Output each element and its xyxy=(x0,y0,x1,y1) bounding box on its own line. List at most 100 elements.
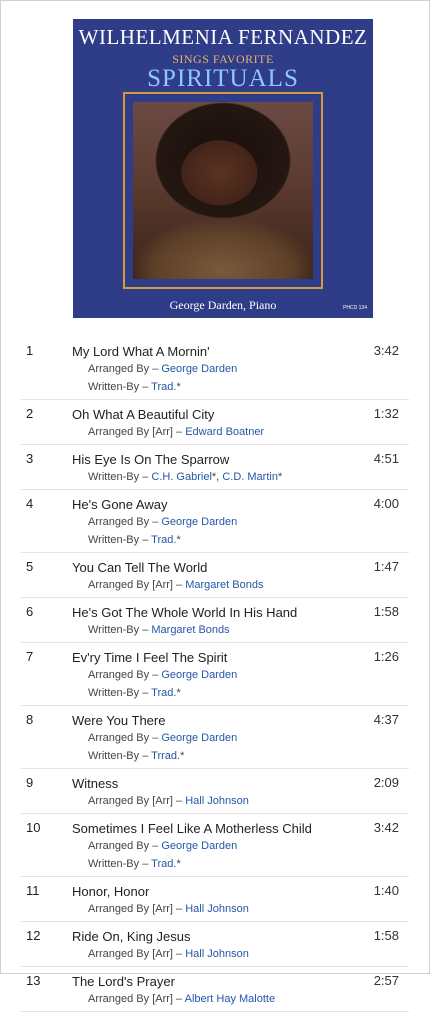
credit-artist-link[interactable]: Edward Boatner xyxy=(185,426,264,438)
track-credit: Arranged By – George Darden xyxy=(88,513,409,531)
credit-suffix: * xyxy=(277,471,283,483)
cover-artist: WILHELMENIA FERNANDEZ xyxy=(78,25,368,49)
track-credit: Arranged By [Arr] – Hall Johnson xyxy=(88,792,409,810)
credit-role: Written-By – xyxy=(88,624,152,636)
track-row: 12 Ride On, King Jesus 1:58 Arranged By [Ar… xyxy=(21,922,409,967)
track-row: 7 Ev'ry Time I Feel The Spirit 1:26 Arrange… xyxy=(21,643,409,706)
track-duration: 1:26 xyxy=(373,649,399,664)
track-number: 12 xyxy=(26,928,41,943)
credit-artist-link[interactable]: C.H. Gabriel xyxy=(151,471,212,483)
cover-photo xyxy=(133,102,313,279)
track-number: 11 xyxy=(26,883,40,898)
credit-artist-link[interactable]: Hall Johnson xyxy=(185,948,249,960)
credit-role: Written-By – xyxy=(88,381,152,393)
credit-role: Arranged By – xyxy=(88,669,162,681)
credit-role: Arranged By – xyxy=(88,363,162,375)
credit-artist-link[interactable]: Trad. xyxy=(151,381,176,393)
track-title: His Eye Is On The Sparrow xyxy=(72,452,230,467)
credit-artist-link[interactable]: Margaret Bonds xyxy=(151,624,229,636)
credit-artist-link[interactable]: Albert Hay Malotte xyxy=(185,993,275,1005)
track-row: 5 You Can Tell The World 1:47 Arranged By [… xyxy=(21,553,409,598)
track-duration: 2:09 xyxy=(373,775,399,790)
track-credit: Written-By – Trad.* xyxy=(88,855,409,873)
track-number: 6 xyxy=(26,604,34,619)
credit-role: Arranged By – xyxy=(88,840,162,852)
track-title: Ride On, King Jesus xyxy=(72,929,191,944)
track-duration: 3:42 xyxy=(373,820,399,835)
track-row: 4 He's Gone Away 4:00 Arranged By – George … xyxy=(21,490,409,553)
credit-artist-link[interactable]: C.D. Martin xyxy=(222,471,278,483)
cover-catalog-number: PHCD 134 xyxy=(343,305,367,311)
credit-artist-link[interactable]: George Darden xyxy=(161,669,237,681)
track-credit: Written-By – Trrad.* xyxy=(88,747,409,765)
track-number: 4 xyxy=(26,496,34,511)
track-number: 1 xyxy=(26,343,34,358)
track-title: Were You There xyxy=(72,713,166,728)
track-credit: Arranged By – George Darden xyxy=(88,837,409,855)
credit-role: Arranged By [Arr] – xyxy=(88,579,186,591)
credit-role: Arranged By [Arr] – xyxy=(88,903,186,915)
track-number: 13 xyxy=(26,973,41,988)
credit-role: Arranged By [Arr] – xyxy=(88,993,185,1005)
track-title: He's Got The Whole World In His Hand xyxy=(72,605,298,620)
credit-artist-link[interactable]: George Darden xyxy=(161,363,237,375)
track-duration: 3:42 xyxy=(373,343,399,358)
track-duration: 4:37 xyxy=(373,712,399,727)
track-row: 2 Oh What A Beautiful City 1:32 Arranged By… xyxy=(21,400,409,445)
track-number: 3 xyxy=(26,451,34,466)
credit-artist-link[interactable]: George Darden xyxy=(161,732,237,744)
credit-artist-link[interactable]: Trrad. xyxy=(151,750,180,762)
credit-role: Arranged By [Arr] – xyxy=(88,426,186,438)
credit-suffix: * xyxy=(176,858,181,870)
credit-role: Written-By – xyxy=(88,534,152,546)
credit-role: Written-By – xyxy=(88,471,152,483)
track-number: 8 xyxy=(26,712,34,727)
track-credit: Arranged By – George Darden xyxy=(88,666,409,684)
credit-suffix: * xyxy=(176,381,181,393)
credit-role: Written-By – xyxy=(88,858,152,870)
credit-artist-link[interactable]: Trad. xyxy=(151,534,176,546)
credit-artist-link[interactable]: Margaret Bonds xyxy=(185,579,263,591)
credit-suffix: * xyxy=(176,687,181,699)
track-number: 7 xyxy=(26,649,34,664)
credit-artist-link[interactable]: George Darden xyxy=(161,840,237,852)
track-number: 2 xyxy=(26,406,34,421)
album-cover[interactable]: WILHELMENIA FERNANDEZ SINGS FAVORITE SPI… xyxy=(73,19,373,318)
credit-suffix: * xyxy=(180,750,185,762)
track-title: My Lord What A Mornin' xyxy=(72,344,210,359)
credit-artist-link[interactable]: Trad. xyxy=(151,858,176,870)
track-number: 9 xyxy=(26,775,34,790)
track-duration: 1:58 xyxy=(373,604,399,619)
track-row: 9 Witness 2:09 Arranged By [Arr] – Hall Joh… xyxy=(21,769,409,814)
credit-artist-link[interactable]: Hall Johnson xyxy=(185,795,249,807)
track-row: 3 His Eye Is On The Sparrow 4:51 Written-By… xyxy=(21,445,409,490)
track-duration: 1:32 xyxy=(373,406,399,421)
track-credit: Written-By – C.H. Gabriel*, C.D. Martin* xyxy=(88,468,409,486)
track-credit: Arranged By [Arr] – Margaret Bonds xyxy=(88,576,409,594)
track-row: 11 Honor, Honor 1:40 Arranged By [Arr] – Ha… xyxy=(21,877,409,922)
track-duration: 2:57 xyxy=(373,973,399,988)
track-duration: 1:58 xyxy=(373,928,399,943)
track-row: 8 Were You There 4:37 Arranged By – George … xyxy=(21,706,409,769)
credit-artist-link[interactable]: Trad. xyxy=(151,687,176,699)
track-row: 10 Sometimes I Feel Like A Motherless Chi… xyxy=(21,814,409,877)
cover-photo-frame xyxy=(123,92,323,289)
track-title: Oh What A Beautiful City xyxy=(72,407,215,422)
cover-credit: George Darden, Piano xyxy=(169,298,277,312)
track-title: Sometimes I Feel Like A Motherless Child xyxy=(72,821,312,836)
track-number: 5 xyxy=(26,559,34,574)
track-credit: Arranged By [Arr] – Albert Hay Malotte xyxy=(88,990,409,1008)
track-credit: Written-By – Trad.* xyxy=(88,684,409,702)
credit-suffix: *, xyxy=(211,471,223,483)
track-credit: Written-By – Margaret Bonds xyxy=(88,621,409,639)
credit-role: Arranged By – xyxy=(88,516,162,528)
credit-role: Arranged By – xyxy=(88,732,162,744)
track-title: Ev'ry Time I Feel The Spirit xyxy=(72,650,228,665)
credit-artist-link[interactable]: Hall Johnson xyxy=(185,903,249,915)
credit-suffix: * xyxy=(176,534,181,546)
credit-artist-link[interactable]: George Darden xyxy=(161,516,237,528)
credit-role: Arranged By [Arr] – xyxy=(88,948,186,960)
page-frame: WILHELMENIA FERNANDEZ SINGS FAVORITE SPI… xyxy=(0,0,430,1012)
track-row: 6 He's Got The Whole World In His Hand 1:5… xyxy=(21,598,409,643)
track-number: 10 xyxy=(26,820,41,835)
